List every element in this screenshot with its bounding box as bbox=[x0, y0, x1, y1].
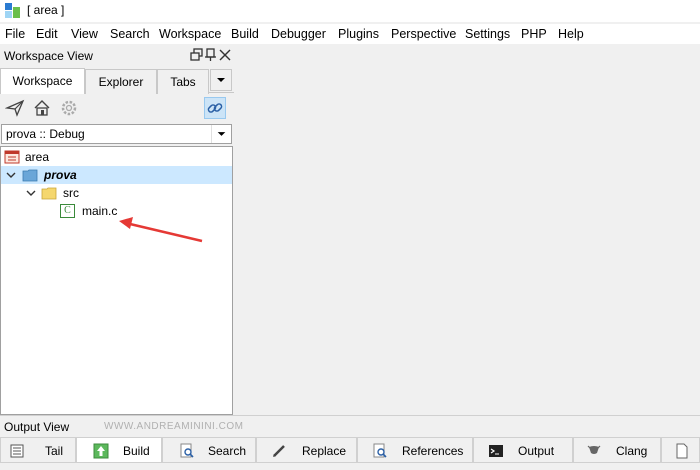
configuration-value: prova :: Debug bbox=[6, 127, 85, 141]
output-view-title: Output View bbox=[4, 420, 70, 434]
app-icon bbox=[5, 3, 20, 18]
tab-tail-label: Tail bbox=[45, 444, 64, 458]
tab-replace-label: Replace bbox=[302, 444, 347, 458]
menu-settings[interactable]: Settings bbox=[465, 27, 510, 41]
tree-item-project[interactable]: prova bbox=[1, 166, 232, 184]
tab-explorer[interactable]: Explorer bbox=[85, 69, 157, 94]
tab-tail[interactable]: Tail bbox=[0, 437, 76, 463]
menu-bar: File Edit View Search Workspace Build De… bbox=[0, 24, 700, 44]
home-icon[interactable] bbox=[32, 98, 52, 118]
search-icon bbox=[373, 443, 387, 458]
pencil-icon bbox=[273, 445, 285, 457]
menu-file[interactable]: File bbox=[5, 27, 25, 41]
tree-item-folder[interactable]: src bbox=[1, 184, 232, 202]
menu-edit[interactable]: Edit bbox=[36, 27, 58, 41]
tab-tabs[interactable]: Tabs bbox=[157, 69, 209, 94]
clang-icon bbox=[587, 445, 601, 454]
output-content-strip bbox=[0, 463, 700, 470]
close-icon[interactable] bbox=[218, 48, 232, 62]
document-icon bbox=[676, 443, 688, 459]
tab-build-label: Build bbox=[123, 444, 150, 458]
workspace-icon bbox=[4, 150, 20, 164]
menu-workspace[interactable]: Workspace bbox=[159, 27, 221, 41]
c-file-icon: C bbox=[60, 204, 75, 218]
send-icon[interactable] bbox=[5, 98, 25, 118]
tab-output-label: Output bbox=[518, 444, 555, 458]
tree-label-folder: src bbox=[63, 186, 79, 200]
pin-icon[interactable] bbox=[204, 48, 218, 62]
title-bar: [ area ] bbox=[0, 0, 700, 22]
menu-help[interactable]: Help bbox=[558, 27, 584, 41]
menu-view[interactable]: View bbox=[71, 27, 98, 41]
workspace-view-header: Workspace View bbox=[0, 45, 234, 67]
tab-menu-button[interactable] bbox=[210, 69, 232, 91]
tree-item-file[interactable]: C main.c bbox=[1, 202, 232, 220]
tab-search[interactable]: Search bbox=[162, 437, 256, 463]
project-folder-icon bbox=[22, 169, 38, 182]
configuration-select[interactable]: prova :: Debug bbox=[1, 124, 232, 144]
menu-build[interactable]: Build bbox=[231, 27, 259, 41]
tree-label-workspace: area bbox=[25, 150, 50, 164]
editor-area bbox=[234, 45, 700, 415]
tab-clang-label: Clang bbox=[616, 444, 648, 458]
menu-plugins[interactable]: Plugins bbox=[338, 27, 379, 41]
build-icon bbox=[93, 443, 109, 459]
tab-replace[interactable]: Replace bbox=[256, 437, 357, 463]
output-view-panel: Output View WWW.ANDREAMININI.COM Tail Bu… bbox=[0, 415, 700, 470]
search-icon bbox=[180, 443, 194, 458]
tree-label-file: main.c bbox=[82, 204, 118, 218]
workspace-tabbar: Workspace Explorer Tabs bbox=[0, 67, 234, 94]
watermark: WWW.ANDREAMININI.COM bbox=[104, 421, 244, 432]
menu-php[interactable]: PHP bbox=[521, 27, 547, 41]
menu-debugger[interactable]: Debugger bbox=[271, 27, 326, 41]
link-icon bbox=[207, 103, 223, 113]
tab-clang[interactable]: Clang bbox=[573, 437, 661, 463]
chevron-down-icon bbox=[217, 78, 225, 82]
tab-build[interactable]: Build bbox=[76, 437, 162, 463]
workspace-tree: area prova src C main.c bbox=[0, 146, 233, 415]
chevron-down-icon bbox=[26, 190, 36, 196]
workspace-view-title: Workspace View bbox=[4, 49, 93, 63]
gear-icon[interactable] bbox=[59, 98, 79, 118]
menu-perspective[interactable]: Perspective bbox=[391, 27, 456, 41]
window-title: [ area ] bbox=[27, 3, 65, 17]
tree-label-project: prova bbox=[44, 168, 77, 182]
chevron-down-icon bbox=[211, 125, 226, 143]
workspace-view-panel: Workspace View Workspace Explorer Tabs p… bbox=[0, 45, 234, 415]
output-tabbar: Tail Build Search Replace References Out… bbox=[0, 437, 700, 463]
workspace-toolbar bbox=[0, 94, 234, 122]
tab-extra[interactable] bbox=[661, 437, 700, 463]
tab-references-label: References bbox=[402, 444, 464, 458]
menu-search[interactable]: Search bbox=[110, 27, 150, 41]
chevron-down-icon bbox=[6, 172, 16, 178]
folder-icon bbox=[41, 187, 57, 200]
tab-workspace[interactable]: Workspace bbox=[0, 68, 85, 94]
restore-icon[interactable] bbox=[190, 48, 204, 62]
tab-output[interactable]: Output bbox=[473, 437, 573, 463]
tab-search-label: Search bbox=[208, 444, 247, 458]
tab-references[interactable]: References bbox=[357, 437, 473, 463]
terminal-icon bbox=[489, 445, 503, 457]
tail-icon bbox=[10, 444, 24, 458]
tree-item-workspace[interactable]: area bbox=[1, 148, 232, 166]
link-editor-button[interactable] bbox=[204, 97, 226, 119]
